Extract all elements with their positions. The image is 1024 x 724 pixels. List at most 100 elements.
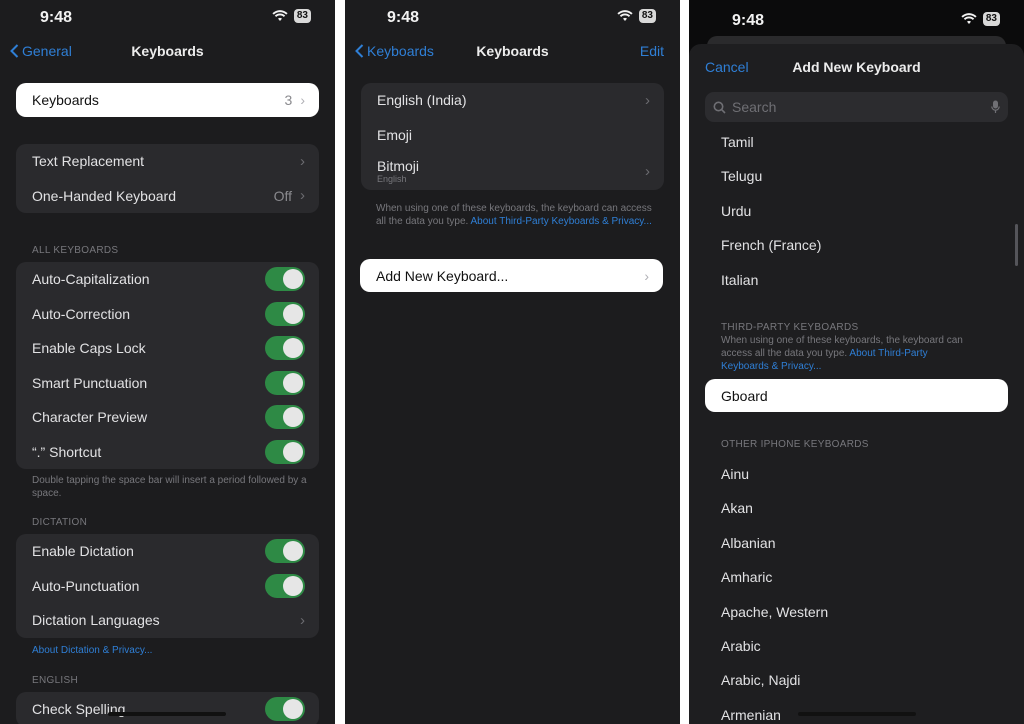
microphone-icon[interactable] (991, 100, 1000, 114)
battery-icon: 83 (293, 9, 311, 23)
settings-group-toggles: Auto-Capitalization Auto-Correction Enab… (16, 262, 319, 469)
auto-punctuation-row: Auto-Punctuation (16, 569, 319, 604)
row-label: Auto-Punctuation (32, 577, 140, 594)
keyboard-count: 3 (284, 92, 293, 108)
third-party-footer: When using one of these keyboards, the k… (721, 334, 971, 373)
add-new-keyboard-button[interactable]: Add New Keyboard... › (360, 259, 663, 292)
toggle-switch[interactable] (265, 267, 305, 292)
language-french[interactable]: French (France) (721, 237, 821, 253)
character-preview-row: Character Preview (16, 400, 319, 435)
one-handed-keyboard-row[interactable]: One-Handed Keyboard Off › (16, 179, 319, 214)
row-label: Character Preview (32, 409, 148, 426)
gboard-option[interactable]: Gboard (705, 379, 1008, 412)
status-time: 9:48 (40, 9, 73, 26)
settings-group-replacement: Text Replacement › One-Handed Keyboard O… (16, 144, 319, 213)
language-urdu[interactable]: Urdu (721, 203, 751, 219)
add-keyboard-screen: 9:48 83 Cancel Add New Keyboard Search T… (689, 0, 1024, 724)
nav-bar: Keyboards Keyboards Edit (345, 40, 680, 64)
status-icons: 83 (617, 9, 656, 23)
chevron-right-icon: › (645, 91, 650, 109)
home-indicator (798, 712, 916, 716)
row-label: Keyboards (32, 92, 99, 108)
wifi-icon (272, 10, 288, 21)
settings-group-english: Check Spelling (16, 692, 319, 724)
section-header-all-keyboards: ALL KEYBOARDS (32, 245, 119, 256)
dictation-languages-row[interactable]: Dictation Languages › (16, 603, 319, 638)
row-label: One-Handed Keyboard (32, 187, 176, 204)
edit-button[interactable]: Edit (640, 43, 664, 59)
check-spelling-row: Check Spelling (16, 692, 319, 724)
language-amharic[interactable]: Amharic (721, 569, 772, 585)
privacy-link[interactable]: About Third-Party Keyboards & Privacy... (471, 216, 652, 227)
toggle-switch[interactable] (265, 573, 305, 598)
keyboard-list: English (India) › Emoji Bitmoji English › (361, 83, 664, 190)
language-tamil[interactable]: Tamil (721, 134, 754, 150)
language-arabic-najdi[interactable]: Arabic, Najdi (721, 672, 800, 688)
chevron-right-icon: › (300, 611, 305, 629)
text-replacement-row[interactable]: Text Replacement › (16, 144, 319, 179)
home-indicator (108, 712, 226, 716)
keyboard-item-english[interactable]: English (India) › (361, 83, 664, 118)
language-apache-western[interactable]: Apache, Western (721, 604, 828, 620)
toggle-switch[interactable] (265, 301, 305, 326)
row-label: Add New Keyboard... (376, 267, 509, 284)
keyboard-item-emoji[interactable]: Emoji (361, 118, 664, 153)
toggle-switch[interactable] (265, 439, 305, 464)
search-placeholder: Search (732, 99, 777, 115)
status-icons: 83 (272, 9, 311, 23)
scrollbar[interactable] (1015, 224, 1018, 266)
toggle-switch[interactable] (265, 370, 305, 395)
page-title: Keyboards (131, 43, 204, 59)
row-label: Bitmoji (377, 158, 420, 174)
smart-punctuation-row: Smart Punctuation (16, 366, 319, 401)
language-telugu[interactable]: Telugu (721, 168, 762, 184)
language-arabic[interactable]: Arabic (721, 638, 761, 654)
toggle-switch[interactable] (265, 405, 305, 430)
keyboards-row[interactable]: Keyboards 3 › (16, 83, 319, 117)
row-label: Text Replacement (32, 153, 145, 170)
auto-correction-row: Auto-Correction (16, 297, 319, 332)
row-label: Gboard (721, 387, 768, 404)
chevron-right-icon: › (644, 267, 649, 284)
battery-icon: 83 (982, 12, 1000, 26)
row-label: English (India) (377, 92, 467, 109)
search-icon (713, 101, 726, 114)
shortcut-footer: Double tapping the space bar will insert… (32, 475, 307, 499)
nav-bar: General Keyboards (0, 40, 335, 64)
row-label: Enable Dictation (32, 543, 134, 560)
keyboard-item-bitmoji[interactable]: Bitmoji English › (361, 152, 664, 190)
toggle-switch[interactable] (265, 336, 305, 361)
toggle-switch[interactable] (265, 697, 305, 722)
section-header-other: OTHER IPHONE KEYBOARDS (721, 439, 869, 450)
section-header-third-party: THIRD-PARTY KEYBOARDS (721, 322, 859, 333)
language-armenian[interactable]: Armenian (721, 707, 781, 723)
row-label: “.” Shortcut (32, 443, 102, 460)
language-italian[interactable]: Italian (721, 272, 758, 288)
settings-keyboards-screen: 9:48 83 General Keyboards Text Replaceme… (0, 0, 335, 724)
page-title: Keyboards (476, 43, 549, 59)
language-ainu[interactable]: Ainu (721, 466, 749, 482)
wifi-icon (617, 10, 633, 21)
status-icons: 83 (961, 12, 1000, 26)
chevron-right-icon: › (645, 162, 650, 180)
wifi-icon (961, 13, 977, 24)
toggle-switch[interactable] (265, 539, 305, 564)
language-albanian[interactable]: Albanian (721, 535, 776, 551)
row-label: Smart Punctuation (32, 374, 148, 391)
keyboards-list-screen: 9:48 83 Keyboards Keyboards Edit English… (345, 0, 680, 724)
row-label: Dictation Languages (32, 612, 160, 629)
search-bar[interactable]: Search (705, 92, 1008, 122)
section-header-english: ENGLISH (32, 675, 79, 686)
row-label-group: Bitmoji English (377, 158, 645, 184)
row-label: Emoji (377, 126, 413, 143)
row-sublabel: English (377, 174, 407, 184)
battery-icon: 83 (638, 9, 656, 23)
sheet-title: Add New Keyboard (792, 59, 921, 75)
row-label: Auto-Capitalization (32, 271, 150, 288)
period-shortcut-row: “.” Shortcut (16, 435, 319, 470)
chevron-right-icon: › (300, 92, 305, 108)
language-akan[interactable]: Akan (721, 500, 753, 516)
auto-capitalization-row: Auto-Capitalization (16, 262, 319, 297)
enable-dictation-row: Enable Dictation (16, 534, 319, 569)
dictation-privacy-link[interactable]: About Dictation & Privacy... (32, 644, 312, 657)
